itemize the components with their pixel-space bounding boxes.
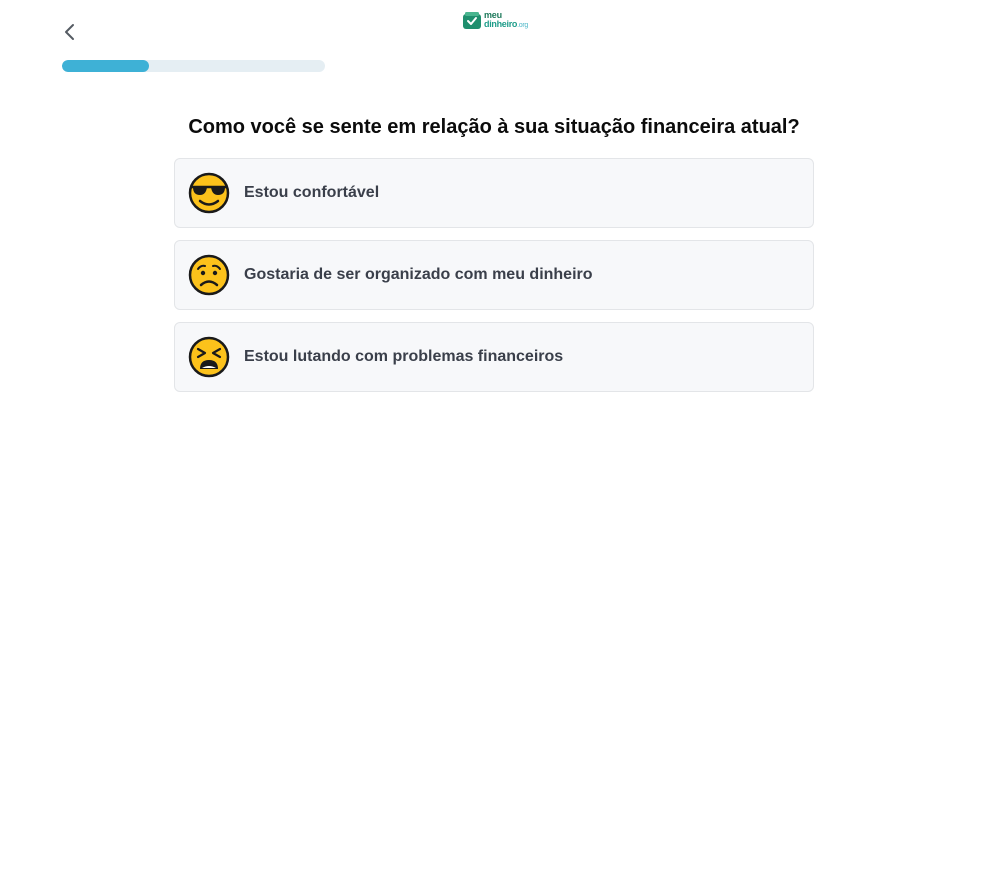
logo-tld: .org: [517, 21, 528, 29]
chevron-left-icon: [65, 24, 74, 40]
options-list: Estou confortável Gostaria de ser organi…: [174, 158, 814, 404]
option-struggling[interactable]: Estou lutando com problemas financeiros: [174, 322, 814, 392]
question-title: Como você se sente em relação à sua situ…: [188, 116, 800, 138]
logo-text: meu dinheiro.org: [484, 9, 528, 30]
progress-fill: [62, 60, 149, 72]
tired-face-emoji: [188, 336, 230, 378]
option-comfortable[interactable]: Estou confortável: [174, 158, 814, 228]
wallet-check-icon: [463, 12, 481, 29]
back-button[interactable]: [58, 20, 82, 44]
option-organized[interactable]: Gostaria de ser organizado com meu dinhe…: [174, 240, 814, 310]
progress-bar: [62, 60, 325, 72]
logo-line2: dinheiro.org: [484, 18, 528, 30]
option-label: Estou lutando com problemas financeiros: [244, 348, 564, 365]
logo-line1: meu: [484, 9, 502, 20]
quiz-page: meu dinheiro.org Como você se sente em r…: [0, 0, 984, 890]
worried-face-emoji: [188, 254, 230, 296]
option-label: Estou confortável: [244, 184, 380, 201]
sunglasses-face-emoji: [188, 172, 230, 214]
logo: meu dinheiro.org: [462, 9, 528, 31]
logo-word: dinheiro: [484, 18, 518, 29]
option-label: Gostaria de ser organizado com meu dinhe…: [244, 266, 593, 283]
